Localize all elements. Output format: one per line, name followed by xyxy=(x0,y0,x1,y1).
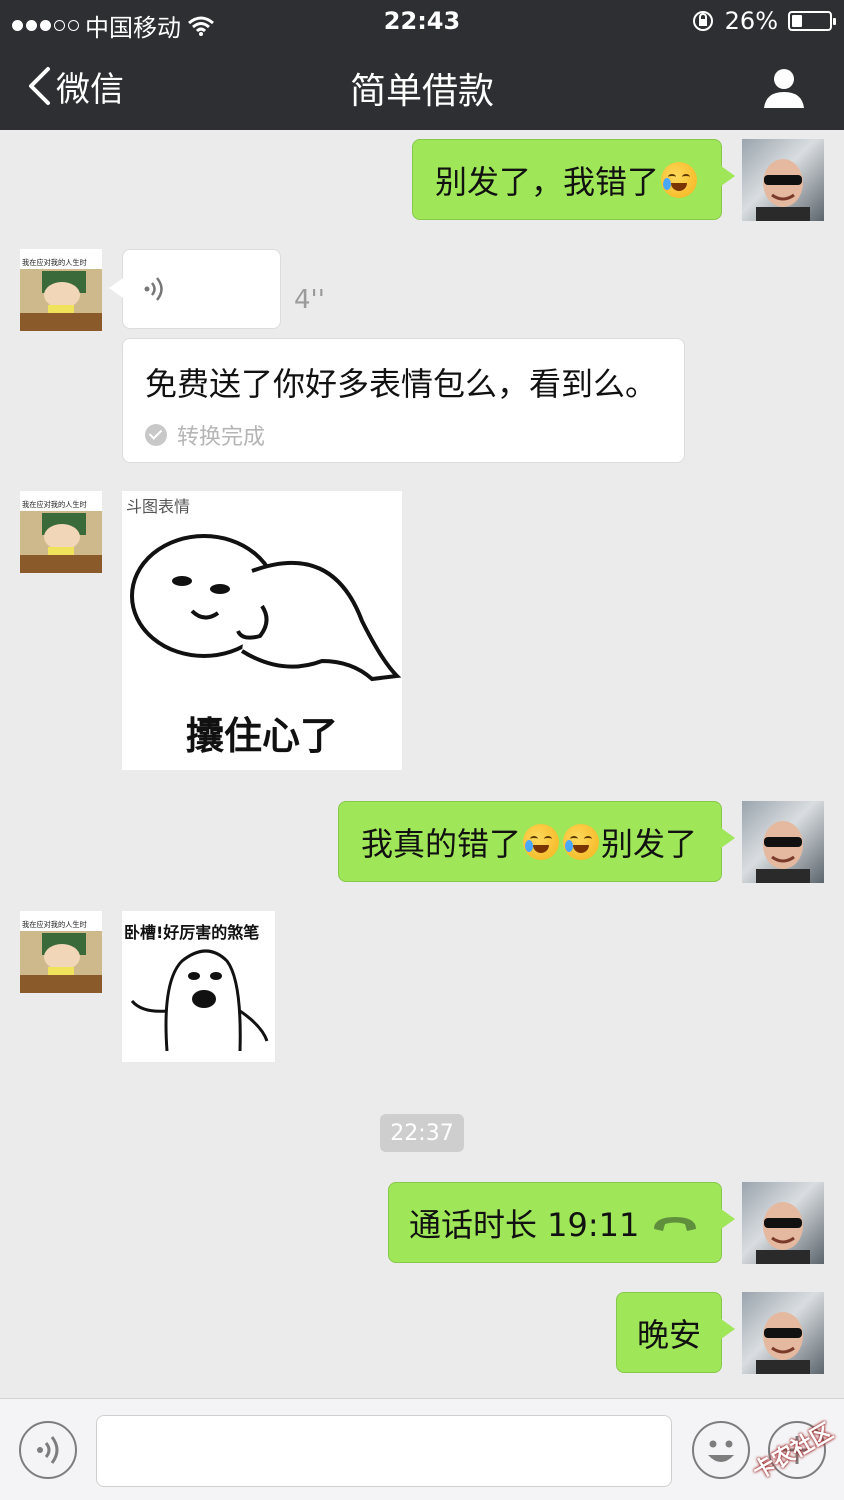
conversion-status: 转换完成 xyxy=(145,419,265,451)
message-input[interactable] xyxy=(96,1415,672,1487)
my-avatar[interactable] xyxy=(742,1182,824,1264)
timestamp-badge: 22:37 xyxy=(380,1114,464,1152)
laughing-crying-emoji-icon xyxy=(661,161,698,198)
friend-avatar[interactable]: 我在应对我的人生时 xyxy=(20,249,102,331)
voice-transcript-card[interactable]: 免费送了你好多表情包么，看到么。 转换完成 xyxy=(122,338,685,463)
input-bar: 卡农社区 xyxy=(0,1398,844,1500)
message-bubble-me[interactable]: 晚安 xyxy=(616,1292,735,1373)
emoji-button[interactable] xyxy=(692,1421,750,1479)
phone-hangup-icon xyxy=(654,1217,696,1231)
sticker-message[interactable]: 卧槽!好厉害的煞笔 xyxy=(122,911,275,1062)
message-text: 晚安 xyxy=(637,1315,702,1354)
chat-area[interactable]: 别发了，我错了 我在应对我的人生时 4'' 免费送了你好多表情包么，看到么。 转… xyxy=(0,130,844,1398)
voice-wave-icon xyxy=(144,277,163,301)
message-text-prefix: 我真的错了 xyxy=(361,824,522,863)
header: 中国移动 22:43 26% 微信 简单借款 xyxy=(0,0,844,130)
battery-fill xyxy=(792,15,803,27)
friend-avatar-caption: 我在应对我的人生时 xyxy=(22,500,87,509)
avatar-face-icon xyxy=(756,821,810,883)
status-bar: 中国移动 22:43 26% xyxy=(0,0,844,44)
smiley-icon xyxy=(708,1440,734,1462)
battery-icon xyxy=(788,11,836,31)
message-bubble-me[interactable]: 我真的错了 别发了 xyxy=(338,801,735,882)
voice-duration: 4'' xyxy=(294,285,325,315)
friend-avatar[interactable]: 我在应对我的人生时 xyxy=(20,911,102,993)
laughing-crying-emoji-icon xyxy=(523,823,560,860)
message-text-suffix: 别发了 xyxy=(601,824,698,863)
call-record-bubble[interactable]: 通话时长 19:11 xyxy=(388,1182,735,1263)
friend-avatar-caption: 我在应对我的人生时 xyxy=(22,920,87,929)
avatar-face-icon xyxy=(756,159,810,221)
message-text: 别发了，我错了 xyxy=(435,162,660,201)
chat-title: 简单借款 xyxy=(349,71,494,112)
my-avatar[interactable] xyxy=(742,1292,824,1374)
voice-transcript: 免费送了你好多表情包么，看到么。 xyxy=(145,365,658,403)
cartoon-avatar-icon: 我在应对我的人生时 xyxy=(20,495,102,573)
check-circle-icon xyxy=(145,424,167,446)
friend-avatar-caption: 我在应对我的人生时 xyxy=(22,258,87,267)
my-avatar[interactable] xyxy=(742,139,824,221)
sticker-message[interactable]: 斗图表情 攮住心了 xyxy=(122,491,402,770)
sticker-caption: 卧槽!好厉害的煞笔 xyxy=(124,923,260,942)
message-bubble-me[interactable]: 别发了，我错了 xyxy=(412,139,735,220)
laughing-crying-emoji-icon xyxy=(563,823,600,860)
battery-percent: 26% xyxy=(724,7,778,35)
my-avatar[interactable] xyxy=(742,801,824,883)
cartoon-avatar-icon: 我在应对我的人生时 xyxy=(20,253,102,331)
voice-input-button[interactable] xyxy=(19,1421,77,1479)
conversion-status-label: 转换完成 xyxy=(177,425,266,450)
cartoon-avatar-icon: 我在应对我的人生时 xyxy=(20,915,102,993)
avatar-face-icon xyxy=(756,1202,810,1264)
voice-message-bubble[interactable] xyxy=(109,249,281,329)
lying-meme-figure-icon xyxy=(130,534,402,682)
sticker-caption: 攮住心了 xyxy=(185,714,338,758)
avatar-face-icon xyxy=(756,1312,810,1374)
shocked-meme-figure-icon xyxy=(130,949,269,1052)
status-right: 26% xyxy=(691,7,836,35)
voice-icon xyxy=(37,1436,59,1464)
call-duration-text: 通话时长 19:11 xyxy=(409,1205,640,1244)
person-icon[interactable] xyxy=(762,66,806,110)
friend-avatar[interactable]: 我在应对我的人生时 xyxy=(20,491,102,573)
rotation-lock-icon xyxy=(692,11,713,31)
